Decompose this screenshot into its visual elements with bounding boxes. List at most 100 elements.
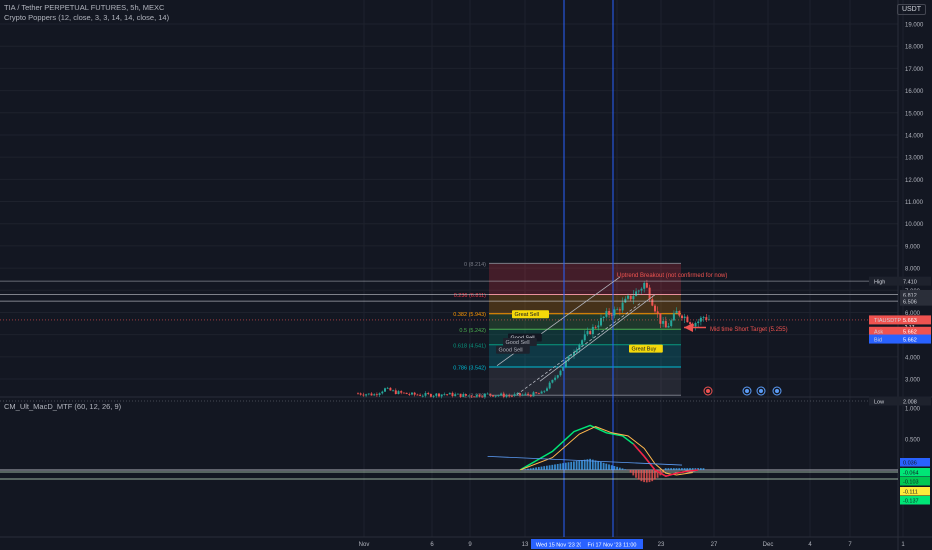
price-tick: 4.000	[905, 355, 921, 361]
candle-body	[602, 316, 605, 319]
candle-body	[500, 393, 503, 396]
low-badge-label: Low	[874, 399, 884, 405]
candle-body	[367, 393, 370, 395]
macd-hist-bar	[605, 463, 608, 470]
candle-body	[370, 393, 373, 396]
level-badge-2-value: 6.506	[903, 299, 917, 305]
macd-badge-value: -0.103	[903, 480, 919, 486]
candle-body	[502, 393, 505, 397]
macd-hist-bar	[632, 470, 635, 476]
candle-body	[697, 321, 700, 324]
candle-body	[694, 323, 697, 327]
macd-hist-bar	[556, 463, 559, 470]
fib-label: 0.786 (3.542)	[453, 365, 486, 371]
macd-hist-bar	[554, 464, 556, 470]
candle-body	[494, 395, 497, 397]
high-badge-value: 7.410	[903, 279, 917, 285]
candle-body	[357, 393, 359, 395]
candle-body	[432, 395, 435, 397]
candle-body	[473, 396, 476, 398]
candle-body	[411, 392, 413, 395]
good-sell-tag-2: Good Sell	[506, 340, 530, 346]
candle-body	[486, 393, 489, 395]
macd-hist-bar	[675, 468, 678, 470]
macd-hist-bar	[600, 462, 602, 470]
macd-legend[interactable]: CM_Ult_MacD_MTF (60, 12, 26, 9)	[4, 402, 121, 411]
candle-body	[624, 298, 627, 303]
candle-body	[440, 394, 443, 397]
candle-body	[570, 355, 573, 357]
candle-body	[446, 394, 449, 396]
cursor-time-2: Fri 17 Nov '23 11:00	[588, 543, 637, 549]
macd-hist-bar	[689, 468, 691, 470]
candle-body	[508, 395, 511, 397]
macd-hist-bar	[581, 460, 583, 470]
event-icon-dot	[706, 389, 710, 393]
candle-body	[462, 394, 465, 397]
time-tick: Dec	[763, 542, 774, 548]
candle-body	[510, 395, 513, 397]
currency-button[interactable]: USDT	[896, 4, 926, 15]
candle-body	[616, 309, 619, 311]
macd-hist-bar	[691, 468, 694, 470]
candle-body	[686, 316, 689, 323]
candle-body	[659, 313, 662, 324]
macd-hist-bar	[621, 468, 624, 470]
flag-icon-dot	[759, 389, 763, 393]
macd-hist-bar	[537, 466, 540, 470]
macd-hist-bar	[562, 463, 564, 470]
macd-hist-bar	[527, 468, 529, 470]
chart-canvas[interactable]: 0 (8.214) 0.236 (6.811) 0.382 (5.943) 0.5 (…	[0, 0, 932, 550]
candle-body	[416, 394, 419, 396]
great-buy-tag: Great Buy	[632, 347, 657, 353]
macd-hist-bar	[640, 470, 643, 482]
candle-body	[597, 325, 600, 328]
candle-body	[556, 375, 559, 378]
macd-tick: 1.000	[905, 407, 921, 413]
candle-body	[478, 394, 481, 397]
candle-body	[467, 395, 470, 397]
time-tick: 27	[711, 542, 718, 548]
macd-hist-bar	[543, 466, 546, 470]
macd-hist-bar	[583, 459, 586, 470]
time-tick: Nov	[359, 542, 370, 548]
candle-body	[637, 290, 640, 292]
candle-body	[581, 340, 584, 345]
macd-hist-bar	[532, 467, 535, 470]
candle-body	[443, 394, 446, 396]
macd-hist-bar	[643, 470, 645, 483]
macd-hist-bar	[602, 462, 605, 470]
candle-body	[554, 377, 557, 380]
macd-hist-bar	[548, 465, 551, 470]
candle-body	[683, 316, 686, 319]
candle-body	[586, 331, 589, 335]
price-tick: 9.000	[905, 244, 921, 250]
candle-body	[702, 317, 705, 318]
candle-body	[594, 326, 597, 328]
bid-badge-label: Bid	[874, 337, 882, 343]
candle-body	[608, 311, 611, 315]
macd-hist-bar	[573, 461, 575, 470]
candle-body	[681, 315, 683, 319]
candle-body	[421, 395, 424, 397]
flag-icon-dot	[775, 389, 779, 393]
candle-body	[413, 392, 416, 395]
candle-body	[483, 393, 486, 397]
candle-body	[378, 393, 381, 395]
candle-body	[635, 291, 638, 297]
macd-hist-bar	[575, 460, 578, 470]
indicator-legend[interactable]: Crypto Poppers (12, close, 3, 3, 14, 14,…	[4, 13, 169, 22]
candle-body	[481, 396, 484, 398]
candle-body	[459, 393, 462, 397]
candle-body	[583, 334, 586, 341]
fib-label: 0.5 (5.242)	[459, 328, 486, 334]
macd-hist-bar	[681, 468, 683, 470]
fib-label: 0.382 (5.943)	[453, 312, 486, 318]
candle-body	[489, 393, 492, 396]
macd-badge-value: 0.036	[903, 461, 917, 467]
macd-hist-bar	[624, 469, 627, 470]
candle-body	[429, 393, 432, 397]
candle-body	[527, 393, 530, 395]
current-price-badge-label: TIAUSDTP	[874, 318, 902, 324]
macd-hist-bar	[618, 467, 621, 470]
